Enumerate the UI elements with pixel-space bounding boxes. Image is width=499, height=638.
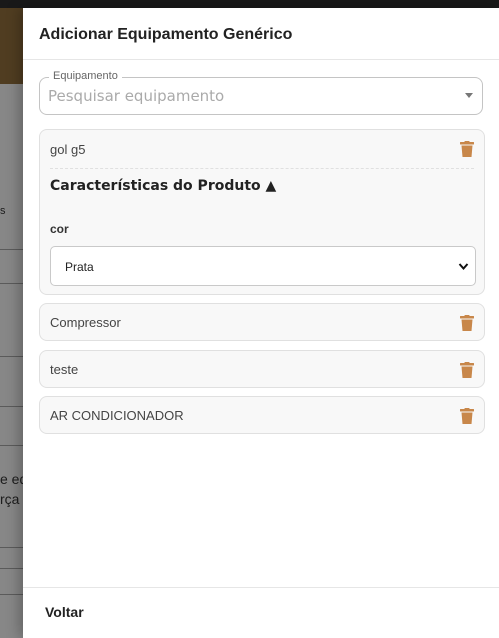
add-equipment-drawer: Adicionar Equipamento Genérico Equipamen… [23, 8, 499, 638]
equipment-item: AR CONDICIONADOR [39, 396, 485, 434]
trash-icon[interactable] [460, 362, 474, 378]
drawer-footer: Voltar [23, 587, 499, 638]
equipment-search-input[interactable] [48, 87, 458, 105]
equipment-item: Compressor [39, 303, 485, 341]
equipment-item: teste [39, 350, 485, 388]
card-divider [50, 168, 474, 169]
dropdown-caret-icon[interactable] [465, 93, 473, 98]
equipment-item: gol g5 Características do Produto ▲ cor … [39, 129, 485, 295]
chevron-down-icon [458, 263, 469, 271]
back-button[interactable]: Voltar [45, 604, 84, 620]
characteristics-toggle[interactable]: Características do Produto ▲ [50, 178, 276, 194]
drawer-title: Adicionar Equipamento Genérico [39, 26, 293, 43]
trash-icon[interactable] [460, 408, 474, 424]
equipment-field-legend: Equipamento [49, 70, 122, 82]
color-select[interactable]: Prata [50, 246, 476, 286]
equipment-item-name: teste [50, 362, 79, 377]
trash-icon[interactable] [460, 141, 474, 157]
equipment-item-name: AR CONDICIONADOR [50, 408, 184, 423]
color-select-value: Prata [65, 260, 94, 274]
equipment-item-name: gol g5 [50, 142, 86, 157]
attribute-label-cor: cor [50, 222, 69, 236]
equipment-search-field[interactable]: Equipamento [39, 70, 483, 115]
equipment-item-name: Compressor [50, 315, 121, 330]
trash-icon[interactable] [460, 315, 474, 331]
drawer-header: Adicionar Equipamento Genérico [23, 8, 499, 60]
